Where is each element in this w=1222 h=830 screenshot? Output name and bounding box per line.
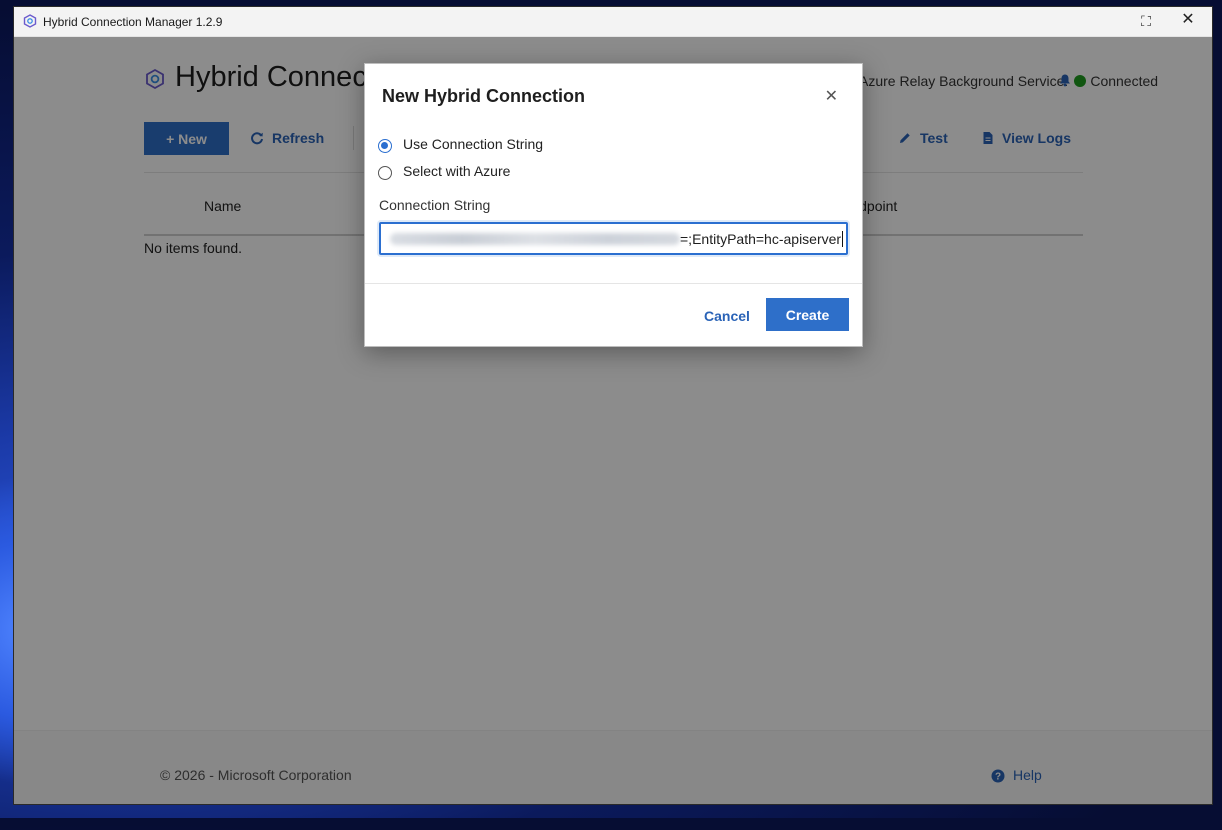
dialog-title: New Hybrid Connection xyxy=(382,86,586,106)
title-bar[interactable]: Hybrid Connection Manager 1.2.9 ⛶ ✕ xyxy=(14,7,1212,37)
use-connection-string-label: Use Connection String xyxy=(403,136,544,152)
redacted-connection-string xyxy=(390,233,680,245)
connection-string-value: =;EntityPath=hc-apiserver xyxy=(680,231,844,247)
maximize-icon[interactable]: ⛶ xyxy=(1138,13,1154,29)
use-connection-string-option[interactable]: Use Connection String xyxy=(378,136,543,153)
window-title: Hybrid Connection Manager 1.2.9 xyxy=(43,15,223,29)
cancel-button[interactable]: Cancel xyxy=(704,308,750,324)
select-with-azure-label: Select with Azure xyxy=(403,163,511,179)
close-icon[interactable]: ✕ xyxy=(1180,12,1196,28)
radio-selected-icon[interactable] xyxy=(378,139,392,153)
radio-unselected-icon[interactable] xyxy=(378,166,392,180)
dialog-close-icon[interactable]: ✕ xyxy=(825,86,838,106)
app-window: Hybrid Connection Manager 1.2.9 ⛶ ✕ Hybr… xyxy=(14,7,1212,804)
text-caret xyxy=(842,231,844,247)
connection-string-label: Connection String xyxy=(379,197,491,213)
dialog-divider xyxy=(365,283,862,284)
new-hybrid-connection-dialog: New Hybrid Connection ✕ Use Connection S… xyxy=(364,63,863,347)
select-with-azure-option[interactable]: Select with Azure xyxy=(378,163,510,180)
app-icon xyxy=(23,14,37,28)
create-button[interactable]: Create xyxy=(766,298,849,331)
connection-string-input[interactable]: =;EntityPath=hc-apiserver xyxy=(379,222,848,255)
